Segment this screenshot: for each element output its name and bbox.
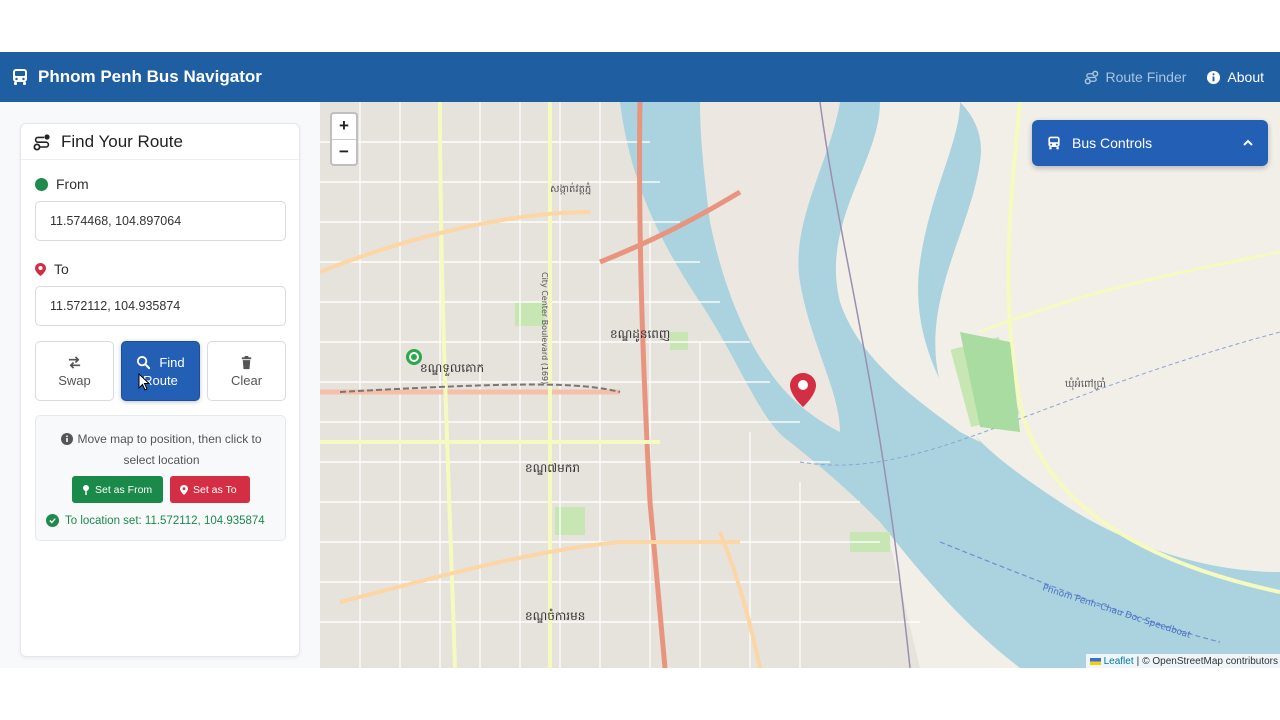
start-marker[interactable] [406, 349, 422, 365]
map-label-chbar-ampov: ឃុំអំពៅប្រាំ [1065, 377, 1106, 391]
to-label: To [35, 261, 69, 277]
bus-controls-toggle[interactable]: Bus Controls [1032, 120, 1268, 166]
from-label-text: From [56, 176, 89, 192]
info-icon [1207, 70, 1221, 84]
location-status: To location set: 11.572112, 104.935874 [46, 514, 265, 527]
circle-icon [35, 177, 48, 191]
map-click-hint: Move map to position, then click to sele… [35, 415, 286, 541]
nav-route-finder[interactable]: Route Finder [1084, 69, 1186, 85]
map-label-daun-penh: ខណ្ឌដូនពេញ [610, 327, 670, 342]
from-label: From [35, 176, 89, 192]
set-as-to-button[interactable]: Set as To [170, 476, 250, 503]
nav-about-label: About [1227, 69, 1264, 85]
route-card: Find Your Route From To Swap [20, 123, 300, 657]
attribution-separator: | [1136, 655, 1140, 667]
leaflet-link[interactable]: Leaflet [1104, 656, 1134, 667]
bus-icon [13, 69, 27, 85]
ukraine-flag-icon [1089, 657, 1101, 665]
mouse-cursor-icon [138, 373, 150, 391]
osm-attribution: © OpenStreetMap contributors [1142, 655, 1278, 667]
set-to-label: Set as To [193, 483, 237, 496]
nav-about[interactable]: About [1206, 69, 1264, 85]
app-title: Phnom Penh Bus Navigator [38, 67, 262, 86]
set-from-label: Set as From [95, 483, 153, 496]
letterbox-top [0, 0, 1280, 52]
end-marker-icon[interactable] [790, 373, 816, 407]
find-route-button[interactable]: Find Route [121, 341, 200, 401]
search-icon [137, 355, 151, 369]
clear-label: Clear [230, 372, 263, 388]
map-pin-icon [35, 262, 46, 276]
action-buttons: Swap Find Route Clear [35, 341, 286, 401]
navbar: Phnom Penh Bus Navigator Route Finder Ab… [0, 52, 1280, 102]
swap-label: Swap [58, 372, 91, 388]
map-pin-icon [83, 484, 89, 495]
swap-button[interactable]: Swap [35, 341, 114, 401]
card-title: Find Your Route [61, 131, 183, 151]
trash-icon [241, 355, 252, 369]
bus-icon [1048, 136, 1060, 150]
map[interactable]: សង្កាត់វត្តភ្នំ ខណ្ឌទួលគោក ខណ្ឌដូនពេញ ខណ… [320, 102, 1280, 668]
card-header: Find Your Route [21, 124, 299, 160]
route-icon [33, 133, 50, 150]
clear-button[interactable]: Clear [207, 341, 286, 401]
from-input[interactable] [35, 201, 286, 241]
hint-text: Move map to position, then click to sele… [48, 429, 275, 471]
status-text: To location set: 11.572112, 104.935874 [65, 514, 265, 527]
info-icon [61, 433, 74, 445]
letterbox-bottom [0, 668, 1280, 720]
map-marker-icon [180, 484, 188, 495]
chevron-up-icon [1243, 139, 1253, 146]
find-label: Find [159, 354, 185, 370]
zoom-in-button[interactable]: + [332, 114, 356, 140]
bus-controls-label: Bus Controls [1072, 135, 1153, 151]
map-label-prampir: ខណ្ឌ៧មករា [525, 461, 580, 475]
swap-icon [68, 355, 81, 369]
zoom-control: + − [330, 112, 358, 166]
map-label-chamkar-mon: ខណ្ឌចំការមន [525, 608, 585, 623]
to-label-text: To [54, 261, 69, 277]
map-label-wat-phnom: សង្កាត់វត្តភ្នំ [550, 182, 591, 195]
to-input[interactable] [35, 286, 286, 326]
map-label-tuol-kork: ខណ្ឌទួលគោក [420, 361, 484, 376]
map-label-city-center-blvd: City Center Boulevard (169) [540, 272, 549, 384]
nav-route-finder-label: Route Finder [1105, 69, 1187, 85]
map-attribution: Leaflet | © OpenStreetMap contributors [1085, 654, 1280, 668]
brand[interactable]: Phnom Penh Bus Navigator [10, 67, 262, 87]
sidebar: Find Your Route From To Swap [0, 102, 320, 668]
hint-message: Move map to position, then click to sele… [77, 432, 262, 467]
set-as-from-button[interactable]: Set as From [72, 476, 163, 503]
route-icon [1085, 70, 1099, 84]
check-circle-icon [46, 514, 59, 527]
zoom-out-button[interactable]: − [332, 140, 356, 165]
